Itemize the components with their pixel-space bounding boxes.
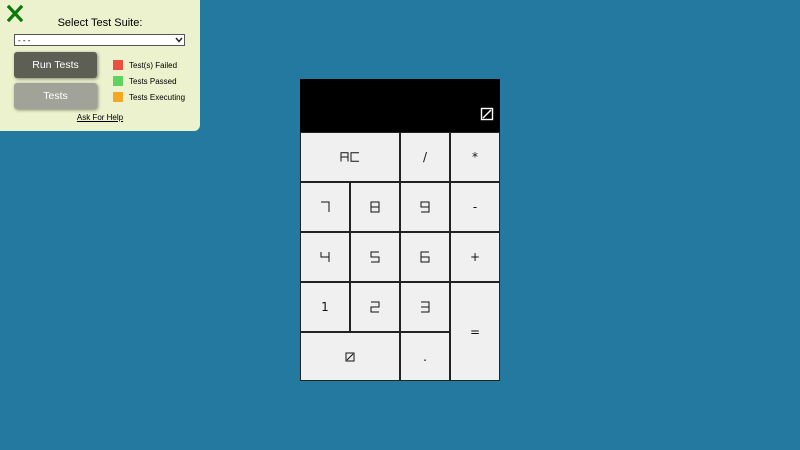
calculator-display: 0 [300, 79, 500, 132]
legend-passed-label: Tests Passed [129, 76, 177, 86]
one-label: 1 [321, 300, 329, 314]
test-suite-panel: Select Test Suite: - - - Run Tests Tests… [0, 0, 200, 131]
eight-glyph [370, 201, 380, 213]
three-button[interactable]: 3 [400, 282, 450, 332]
four-glyph [320, 252, 330, 262]
failed-swatch [113, 60, 123, 70]
multiply-label: * [472, 150, 478, 164]
legend-failed-label: Test(s) Failed [129, 60, 178, 70]
clear-button[interactable]: AC [300, 132, 400, 182]
add-label: + [469, 250, 481, 264]
five-button[interactable]: 5 [350, 232, 400, 282]
executing-swatch [113, 92, 123, 102]
three-glyph [421, 301, 430, 313]
equals-button[interactable]: = [450, 282, 500, 381]
multiply-button[interactable]: * [450, 132, 500, 182]
five-glyph [370, 251, 380, 263]
test-suite-select[interactable]: - - - [14, 34, 185, 46]
divide-label: / [422, 150, 428, 164]
two-glyph [370, 301, 380, 313]
subtract-label: - [472, 200, 478, 214]
keypad: AC / * 7 8 9 - [300, 132, 500, 381]
legend-executing-label: Tests Executing [129, 92, 186, 102]
ask-for-help-link[interactable]: Ask For Help [0, 113, 200, 122]
six-glyph [420, 251, 430, 263]
four-button[interactable]: 4 [300, 232, 350, 282]
one-button[interactable]: 1 [300, 282, 350, 332]
ac-glyph [340, 152, 359, 162]
run-tests-button[interactable]: Run Tests [14, 52, 97, 78]
nine-button[interactable]: 9 [400, 182, 450, 232]
seven-button[interactable]: 7 [300, 182, 350, 232]
calculator: 0 AC / * 7 8 [300, 79, 500, 381]
tests-button[interactable]: Tests [14, 83, 97, 109]
panel-title: Select Test Suite: [57, 17, 143, 29]
divide-button[interactable]: / [400, 132, 450, 182]
zero-button[interactable]: 0 [300, 332, 400, 381]
nine-glyph [420, 201, 430, 213]
legend-executing: Tests Executing [113, 89, 185, 105]
display-zero-glyph [480, 107, 494, 121]
legend-passed: Tests Passed [113, 73, 185, 89]
decimal-label: . [423, 349, 427, 364]
eight-button[interactable]: 8 [350, 182, 400, 232]
legend-failed: Test(s) Failed [113, 57, 185, 73]
status-legend: Test(s) Failed Tests Passed Tests Execut… [113, 57, 185, 105]
zero-glyph [345, 352, 355, 361]
equals-label: = [469, 324, 481, 339]
seven-glyph [321, 201, 330, 212]
two-button[interactable]: 2 [350, 282, 400, 332]
decimal-button[interactable]: . [400, 332, 450, 381]
subtract-button[interactable]: - [450, 182, 500, 232]
six-button[interactable]: 6 [400, 232, 450, 282]
add-button[interactable]: + [450, 232, 500, 282]
passed-swatch [113, 76, 123, 86]
